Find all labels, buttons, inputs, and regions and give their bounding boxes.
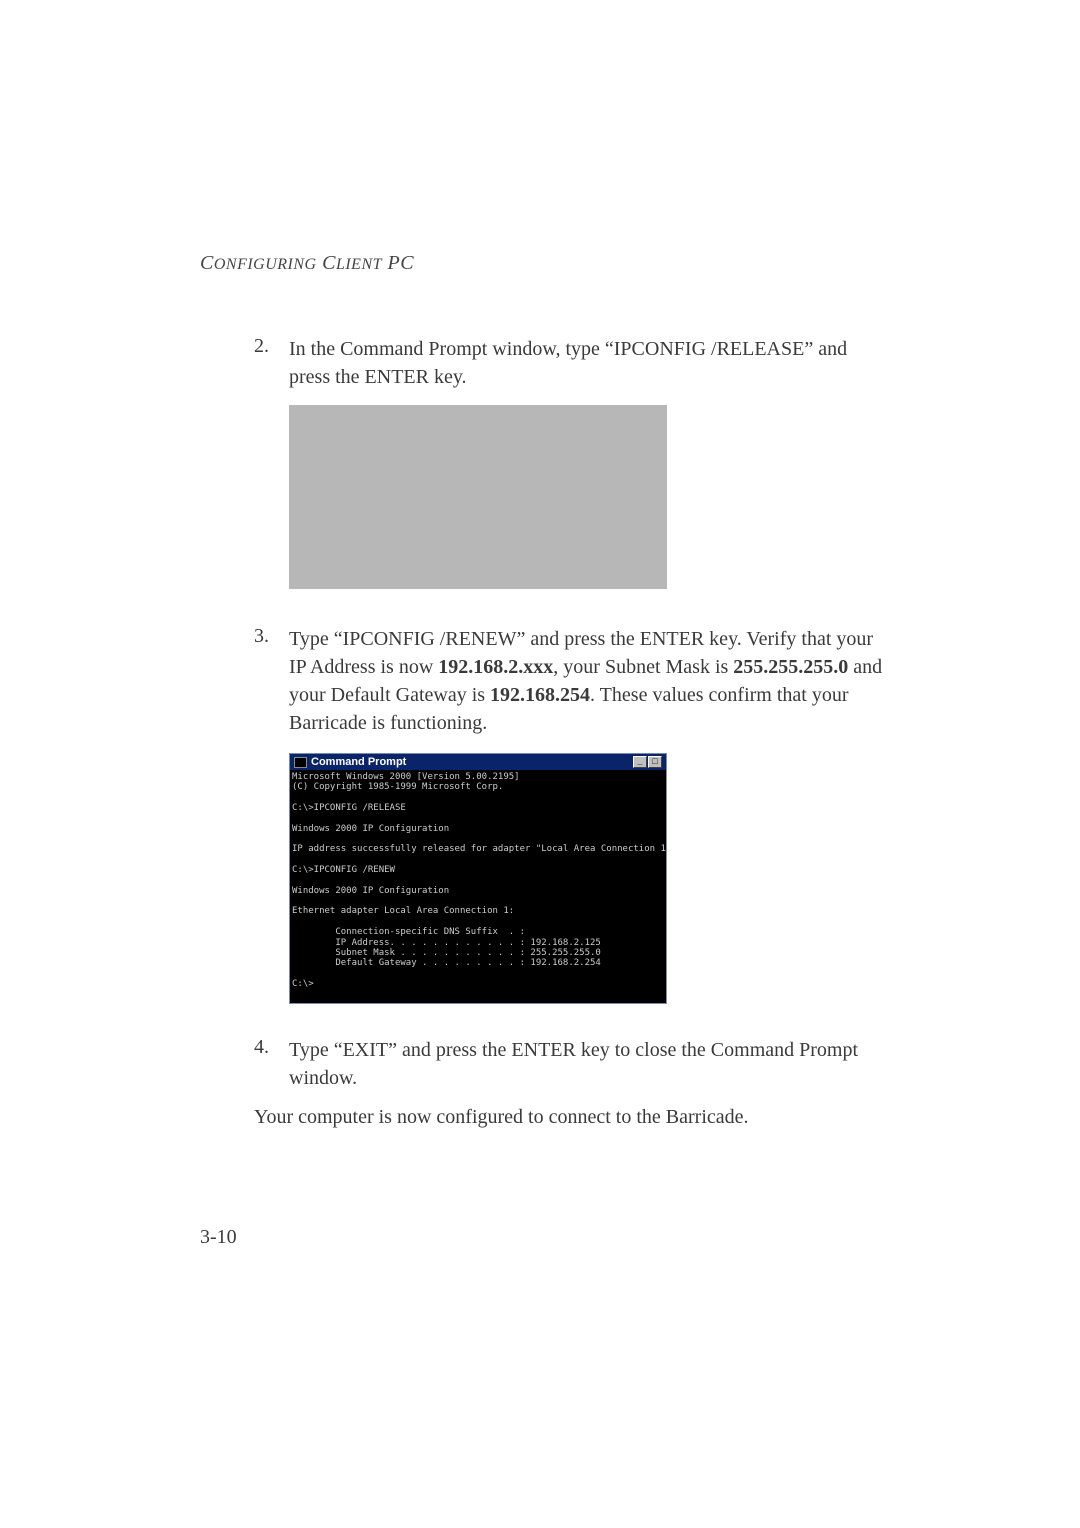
maximize-button[interactable]: □: [648, 756, 662, 768]
step-text: In the Command Prompt window, type “IPCO…: [289, 335, 886, 391]
screenshot-placeholder-1: [289, 405, 667, 589]
figure-command-prompt: Command Prompt _ □ Microsoft Windows 200…: [289, 753, 886, 1004]
step-number: 3.: [200, 625, 289, 737]
step-3: 3. Type “IPCONFIG /RENEW” and press the …: [200, 625, 886, 737]
step-number: 2.: [200, 335, 289, 391]
figure-placeholder: [289, 405, 886, 589]
step-text: Type “EXIT” and press the ENTER key to c…: [289, 1036, 886, 1092]
subnet-mask-bold: 255.255.255.0: [733, 656, 848, 678]
window-titlebar: Command Prompt _ □: [290, 754, 666, 770]
window-title: Command Prompt: [311, 756, 406, 768]
step-2: 2. In the Command Prompt window, type “I…: [200, 335, 886, 391]
cmd-icon: [294, 757, 307, 768]
step-number: 4.: [200, 1036, 289, 1092]
ip-address-bold: 192.168.2.xxx: [438, 656, 553, 678]
step-4: 4. Type “EXIT” and press the ENTER key t…: [200, 1036, 886, 1092]
gateway-bold: 192.168.254: [490, 684, 590, 706]
step-text: Type “IPCONFIG /RENEW” and press the ENT…: [289, 625, 886, 737]
page-content: CONFIGURING CLIENT PC 2. In the Command …: [200, 252, 886, 1129]
page-number: 3-10: [200, 1226, 237, 1249]
command-prompt-window: Command Prompt _ □ Microsoft Windows 200…: [289, 753, 667, 1004]
terminal-output: Microsoft Windows 2000 [Version 5.00.219…: [290, 770, 666, 1003]
section-header: CONFIGURING CLIENT PC: [200, 252, 886, 275]
text-run: , your Subnet Mask is: [553, 656, 733, 678]
minimize-button[interactable]: _: [633, 756, 647, 768]
window-buttons: _ □: [633, 756, 662, 768]
closing-text: Your computer is now configured to conne…: [254, 1106, 886, 1129]
